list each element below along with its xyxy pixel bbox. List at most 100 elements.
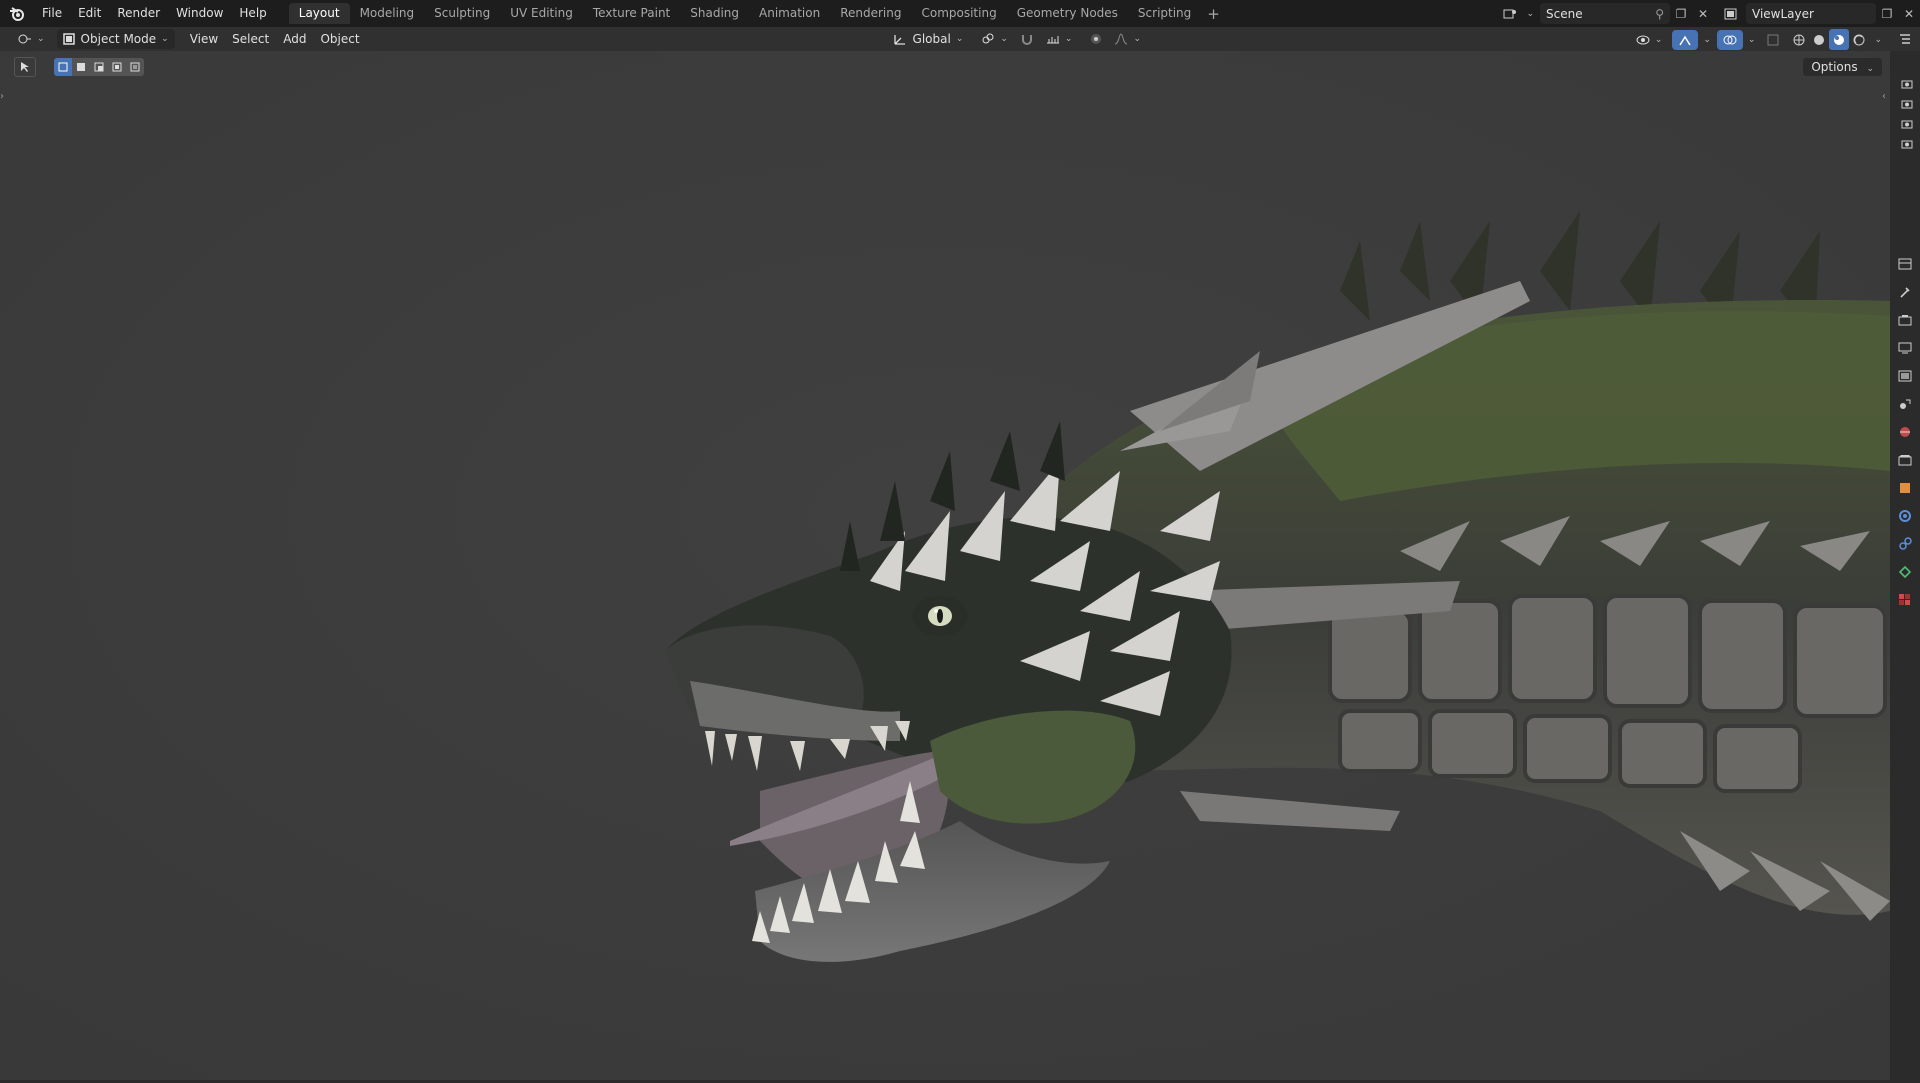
falloff-dropdown[interactable]: ⌄ bbox=[1108, 29, 1147, 49]
menu-render[interactable]: Render bbox=[109, 0, 168, 27]
menu-view[interactable]: View bbox=[183, 32, 225, 46]
xray-toggle[interactable] bbox=[1761, 30, 1785, 50]
properties-toggle-icon[interactable] bbox=[1890, 250, 1920, 278]
falloff-curve-icon bbox=[1115, 33, 1128, 45]
select-tool-icon[interactable] bbox=[14, 57, 36, 77]
world-properties-icon[interactable] bbox=[1890, 418, 1920, 446]
new-view-layer-icon[interactable]: ❐ bbox=[1876, 3, 1898, 24]
new-scene-icon[interactable]: ❐ bbox=[1670, 3, 1692, 24]
eye-icon bbox=[1636, 35, 1650, 44]
mode-label: Object Mode bbox=[80, 32, 157, 46]
top-bar: File Edit Render Window Help Layout Mode… bbox=[0, 0, 1920, 27]
snap-target-dropdown[interactable]: ⌄ bbox=[1040, 29, 1079, 49]
material-preview-shading-icon[interactable] bbox=[1829, 29, 1850, 50]
physics-properties-icon[interactable] bbox=[1890, 530, 1920, 558]
tab-uv-editing[interactable]: UV Editing bbox=[500, 3, 583, 24]
tab-geometry-nodes[interactable]: Geometry Nodes bbox=[1007, 3, 1128, 24]
tab-sculpting[interactable]: Sculpting bbox=[424, 3, 500, 24]
scene-selector-area: ⌄ Scene ⚲ ❐ ✕ ViewLayer ❐ ✕ bbox=[1499, 0, 1920, 27]
toolbar-expand-icon[interactable]: › bbox=[0, 91, 8, 111]
delete-view-layer-icon[interactable]: ✕ bbox=[1898, 3, 1920, 24]
camera-view-icon[interactable] bbox=[1892, 114, 1920, 134]
tab-shading[interactable]: Shading bbox=[680, 3, 749, 24]
shading-dropdown-icon[interactable]: ⌄ bbox=[1874, 35, 1882, 45]
tab-modeling[interactable]: Modeling bbox=[350, 3, 425, 24]
output-properties-icon[interactable] bbox=[1890, 334, 1920, 362]
scene-properties-icon[interactable] bbox=[1890, 390, 1920, 418]
snap-toggle[interactable] bbox=[1014, 29, 1040, 49]
overlays-toggle[interactable] bbox=[1716, 29, 1743, 50]
menu-select[interactable]: Select bbox=[225, 32, 276, 46]
menu-add[interactable]: Add bbox=[276, 32, 313, 46]
scene-name-field[interactable]: Scene ⚲ bbox=[1540, 3, 1670, 24]
tab-compositing[interactable]: Compositing bbox=[911, 3, 1006, 24]
object-properties-icon[interactable] bbox=[1890, 474, 1920, 502]
menu-file[interactable]: File bbox=[34, 0, 70, 27]
editor-type-icon[interactable]: ⌄ bbox=[12, 29, 51, 49]
delete-scene-icon[interactable]: ✕ bbox=[1692, 3, 1714, 24]
solid-shading-icon[interactable] bbox=[1809, 29, 1829, 50]
transform-orientation-dropdown[interactable]: Global ⌄ bbox=[887, 29, 970, 49]
view-navigation-column bbox=[1892, 74, 1920, 154]
proportional-editing-icon bbox=[1091, 34, 1102, 44]
collection-properties-icon[interactable] bbox=[1890, 446, 1920, 474]
options-label: Options bbox=[1811, 60, 1858, 74]
view-layer-name-field[interactable]: ViewLayer bbox=[1746, 3, 1876, 24]
tab-scripting[interactable]: Scripting bbox=[1128, 3, 1201, 24]
dragon-model bbox=[0, 51, 1890, 1080]
viewport-header: ⌄ Object Mode ⌄ View Select Add Object G… bbox=[0, 27, 1890, 51]
add-workspace-button[interactable]: + bbox=[1201, 5, 1226, 23]
scene-browse-icon[interactable] bbox=[1499, 3, 1521, 24]
tab-texture-paint[interactable]: Texture Paint bbox=[583, 3, 680, 24]
modifier-properties-icon[interactable] bbox=[1890, 502, 1920, 530]
invert-selection-icon[interactable] bbox=[108, 58, 126, 76]
pivot-icon bbox=[982, 33, 994, 44]
rendered-shading-icon[interactable] bbox=[1849, 29, 1869, 50]
set-new-selection-icon[interactable] bbox=[54, 58, 72, 76]
sidebar-expand-icon[interactable]: ‹ bbox=[1882, 91, 1890, 111]
object-visibility-dropdown[interactable]: ⌄ bbox=[1630, 30, 1669, 50]
shading-mode-group bbox=[1789, 29, 1869, 50]
snap-increment-icon bbox=[1046, 36, 1059, 44]
overlays-dropdown-icon[interactable]: ⌄ bbox=[1748, 35, 1756, 45]
render-properties-icon[interactable] bbox=[1890, 306, 1920, 334]
mode-dropdown[interactable]: Object Mode ⌄ bbox=[56, 29, 175, 49]
tool-properties-icon[interactable] bbox=[1890, 278, 1920, 306]
gizmo-icon bbox=[1679, 35, 1691, 45]
subtract-selection-icon[interactable] bbox=[90, 58, 108, 76]
view-layer-name: ViewLayer bbox=[1752, 6, 1814, 21]
viewport-display-controls: ⌄ ⌄ ⌄ ⌄ bbox=[1630, 29, 1882, 50]
menu-object[interactable]: Object bbox=[313, 32, 366, 46]
proportional-editing-toggle[interactable] bbox=[1084, 29, 1108, 49]
tab-rendering[interactable]: Rendering bbox=[830, 3, 911, 24]
view-layer-browse-icon[interactable] bbox=[1720, 3, 1742, 24]
outliner-toggle-icon[interactable] bbox=[1890, 27, 1920, 51]
tab-animation[interactable]: Animation bbox=[749, 3, 830, 24]
orientation-label: Global bbox=[912, 32, 951, 46]
selection-mode-group bbox=[54, 58, 144, 76]
gizmo-toggle[interactable] bbox=[1672, 29, 1699, 50]
gizmo-dropdown-icon[interactable]: ⌄ bbox=[1703, 35, 1711, 45]
extend-selection-icon[interactable] bbox=[72, 58, 90, 76]
menu-help[interactable]: Help bbox=[231, 0, 274, 27]
wireframe-shading-icon[interactable] bbox=[1789, 29, 1809, 50]
view-layer-properties-icon[interactable] bbox=[1890, 362, 1920, 390]
material-properties-icon[interactable] bbox=[1890, 586, 1920, 614]
options-dropdown[interactable]: Options ⌄ bbox=[1803, 58, 1882, 76]
camera-view-icon[interactable] bbox=[1892, 134, 1920, 154]
pin-icon[interactable]: ⚲ bbox=[1655, 7, 1664, 21]
tab-layout[interactable]: Layout bbox=[288, 3, 350, 24]
intersect-selection-icon[interactable] bbox=[126, 58, 144, 76]
overlays-icon bbox=[1723, 35, 1737, 44]
tool-settings bbox=[14, 57, 144, 77]
3d-viewport[interactable]: › ‹ bbox=[0, 51, 1890, 1080]
camera-view-icon[interactable] bbox=[1892, 74, 1920, 94]
pivot-point-dropdown[interactable]: ⌄ bbox=[975, 29, 1014, 49]
data-properties-icon[interactable] bbox=[1890, 558, 1920, 586]
menu-window[interactable]: Window bbox=[168, 0, 231, 27]
chevron-down-icon: ⌄ bbox=[161, 34, 169, 44]
scene-dropdown-icon[interactable]: ⌄ bbox=[1526, 9, 1534, 19]
blender-logo-icon[interactable] bbox=[0, 0, 34, 27]
menu-edit[interactable]: Edit bbox=[70, 0, 109, 27]
camera-view-icon[interactable] bbox=[1892, 94, 1920, 114]
